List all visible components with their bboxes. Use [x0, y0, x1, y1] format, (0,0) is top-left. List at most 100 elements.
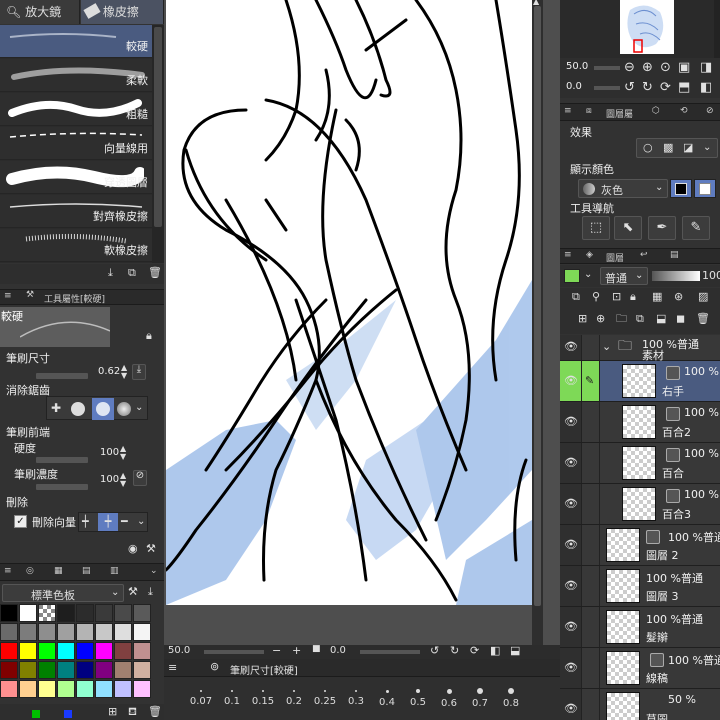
- layer-edit-toggle[interactable]: [582, 443, 600, 483]
- color-swatch[interactable]: [19, 680, 37, 698]
- erase-touching-icon[interactable]: ┿: [82, 516, 89, 527]
- color-swatch[interactable]: [133, 623, 151, 641]
- merge-icon[interactable]: ⬓: [656, 313, 666, 324]
- lock-icon[interactable]: 🔒︎: [630, 291, 636, 302]
- new-vector-layer-icon[interactable]: ⊕: [596, 313, 605, 324]
- color-swatch[interactable]: [114, 623, 132, 641]
- layer-edit-toggle[interactable]: [582, 648, 600, 688]
- canvas-area[interactable]: [164, 0, 560, 645]
- layer-visibility-toggle[interactable]: 👁︎: [560, 689, 582, 720]
- color-swatch[interactable]: [57, 642, 75, 660]
- layer-color-icon[interactable]: ◪: [683, 142, 693, 153]
- color-set-icon[interactable]: ▦: [54, 567, 63, 576]
- spin-arrows-icon[interactable]: ▲ ▼: [120, 472, 126, 488]
- color-swatch[interactable]: [19, 661, 37, 679]
- border-effect-icon[interactable]: ○: [643, 142, 653, 153]
- display-color-black-swatch[interactable]: [670, 179, 692, 198]
- fit-icon[interactable]: ■: [312, 645, 321, 654]
- layer-folder-row[interactable]: 👁︎ ⌄ 🗀 100 %普通 素材: [560, 335, 720, 362]
- canvas-zoom-slider[interactable]: [204, 650, 264, 654]
- color-swatch[interactable]: [95, 680, 113, 698]
- trash-icon[interactable]: 🗑︎: [148, 267, 162, 278]
- wrench-icon[interactable]: ⚒: [128, 586, 138, 597]
- color-swatch[interactable]: [19, 604, 37, 622]
- zoom-out-icon[interactable]: −: [272, 645, 281, 656]
- color-swatch[interactable]: [95, 661, 113, 679]
- erase-whole-icon[interactable]: ━: [121, 516, 128, 527]
- density-slider[interactable]: [36, 484, 88, 490]
- chevron-down-icon[interactable]: ⌄: [137, 517, 145, 527]
- brush-size-option[interactable]: 0.15: [248, 681, 278, 717]
- layer-edit-toggle[interactable]: [582, 607, 600, 647]
- color-swatch[interactable]: [57, 604, 75, 622]
- navigator-angle-value[interactable]: 0.0: [566, 81, 582, 92]
- flip-horizontal-icon[interactable]: ◧: [490, 645, 500, 656]
- zoom-in-icon[interactable]: +: [292, 645, 301, 656]
- settings-circle-icon[interactable]: ◉: [128, 543, 138, 554]
- layer-edit-toggle[interactable]: [582, 566, 600, 606]
- brush-size-option[interactable]: 0.7: [465, 681, 495, 717]
- chevron-down-icon[interactable]: ⌄: [150, 567, 158, 576]
- rotate-right-icon[interactable]: ↻: [450, 645, 459, 656]
- flip-vertical-icon[interactable]: ⬓: [510, 645, 520, 656]
- navigator-zoom-slider[interactable]: [594, 66, 620, 70]
- menu-icon[interactable]: ≡: [4, 567, 12, 576]
- menu-icon[interactable]: ≡: [168, 662, 177, 673]
- scroll-up-icon[interactable]: ▲: [533, 0, 539, 6]
- scrollbar-thumb[interactable]: [534, 6, 541, 606]
- layer-row[interactable]: 👁︎ 100 %普通 圖層 2: [560, 525, 720, 566]
- chevron-down-icon[interactable]: ⌄: [703, 143, 711, 153]
- new-layer-icon[interactable]: ⊞: [578, 313, 587, 324]
- delete-layer-icon[interactable]: 🗑︎: [696, 313, 710, 324]
- layer-edit-toggle[interactable]: [582, 335, 600, 360]
- antialias-none-icon[interactable]: ✚: [51, 402, 61, 414]
- canvas-vertical-scrollbar[interactable]: ▲: [532, 0, 543, 645]
- color-swatch[interactable]: [133, 604, 151, 622]
- display-color-white-swatch[interactable]: [694, 179, 716, 198]
- layer-visibility-toggle[interactable]: 👁︎: [560, 566, 582, 606]
- layer-edit-toggle[interactable]: ✎: [582, 361, 600, 401]
- brush-size-option[interactable]: 0.3: [341, 681, 371, 717]
- navigator-zoom-value[interactable]: 50.0: [566, 61, 588, 72]
- export-icon[interactable]: ⤓: [108, 267, 113, 278]
- tab-eraser[interactable]: 橡皮擦: [81, 0, 164, 24]
- color-swatch[interactable]: [95, 604, 113, 622]
- new-folder-icon[interactable]: 🗀: [616, 313, 627, 324]
- layer-row[interactable]: 👁︎ 100 % 百合: [560, 443, 720, 484]
- brush-size-option[interactable]: 0.1: [217, 681, 247, 717]
- blend-mode-dropdown[interactable]: 普通 ⌄: [600, 267, 648, 285]
- opacity-slider[interactable]: [652, 271, 700, 281]
- brush-item-soft[interactable]: 柔軟: [0, 59, 152, 92]
- flip-vertical-icon[interactable]: ⬒: [678, 81, 690, 94]
- layer-edit-toggle[interactable]: [582, 402, 600, 442]
- reference-icon[interactable]: ⊛: [674, 291, 683, 302]
- layer-row[interactable]: 👁︎ 100 % 百合2: [560, 402, 720, 443]
- fit-window-icon[interactable]: ▣: [678, 61, 690, 74]
- layer-visibility-toggle[interactable]: 👁︎: [560, 361, 582, 401]
- new-vector-icon[interactable]: ⚲: [592, 291, 600, 302]
- pressure-icon[interactable]: ⤓: [132, 364, 146, 380]
- pencil-tool-icon[interactable]: ✎: [682, 216, 710, 240]
- new-raster-icon[interactable]: ⧉: [572, 291, 580, 302]
- canvas-page[interactable]: [166, 0, 532, 605]
- canvas-zoom-value[interactable]: 50.0: [168, 645, 190, 656]
- layer-visibility-toggle[interactable]: 👁︎: [560, 402, 582, 442]
- color-swatch[interactable]: [38, 623, 56, 641]
- lock-icon[interactable]: 🔒︎: [146, 330, 152, 341]
- zoom-out-icon[interactable]: ⊖: [624, 61, 635, 74]
- search-layer-icon[interactable]: ⬡: [652, 107, 660, 116]
- clip-icon[interactable]: ⊡: [612, 291, 621, 302]
- operate-icon[interactable]: ⬉: [614, 216, 642, 240]
- layer-color-swatch[interactable]: [564, 269, 580, 283]
- spin-arrows-icon[interactable]: ▲ ▼: [121, 364, 127, 380]
- layer-row[interactable]: 👁︎ 100 %普通 圖層 3: [560, 566, 720, 607]
- color-swatch[interactable]: [133, 642, 151, 660]
- color-swatch[interactable]: [133, 680, 151, 698]
- layer-edit-toggle[interactable]: [582, 689, 600, 720]
- display-color-dropdown[interactable]: 灰色 ⌄: [578, 179, 668, 198]
- color-swatch[interactable]: [57, 680, 75, 698]
- pressure-icon[interactable]: ⊘: [133, 470, 147, 486]
- flip-horizontal-icon[interactable]: ◧: [700, 81, 712, 94]
- color-swatch[interactable]: [38, 680, 56, 698]
- hardness-slider[interactable]: [36, 457, 88, 463]
